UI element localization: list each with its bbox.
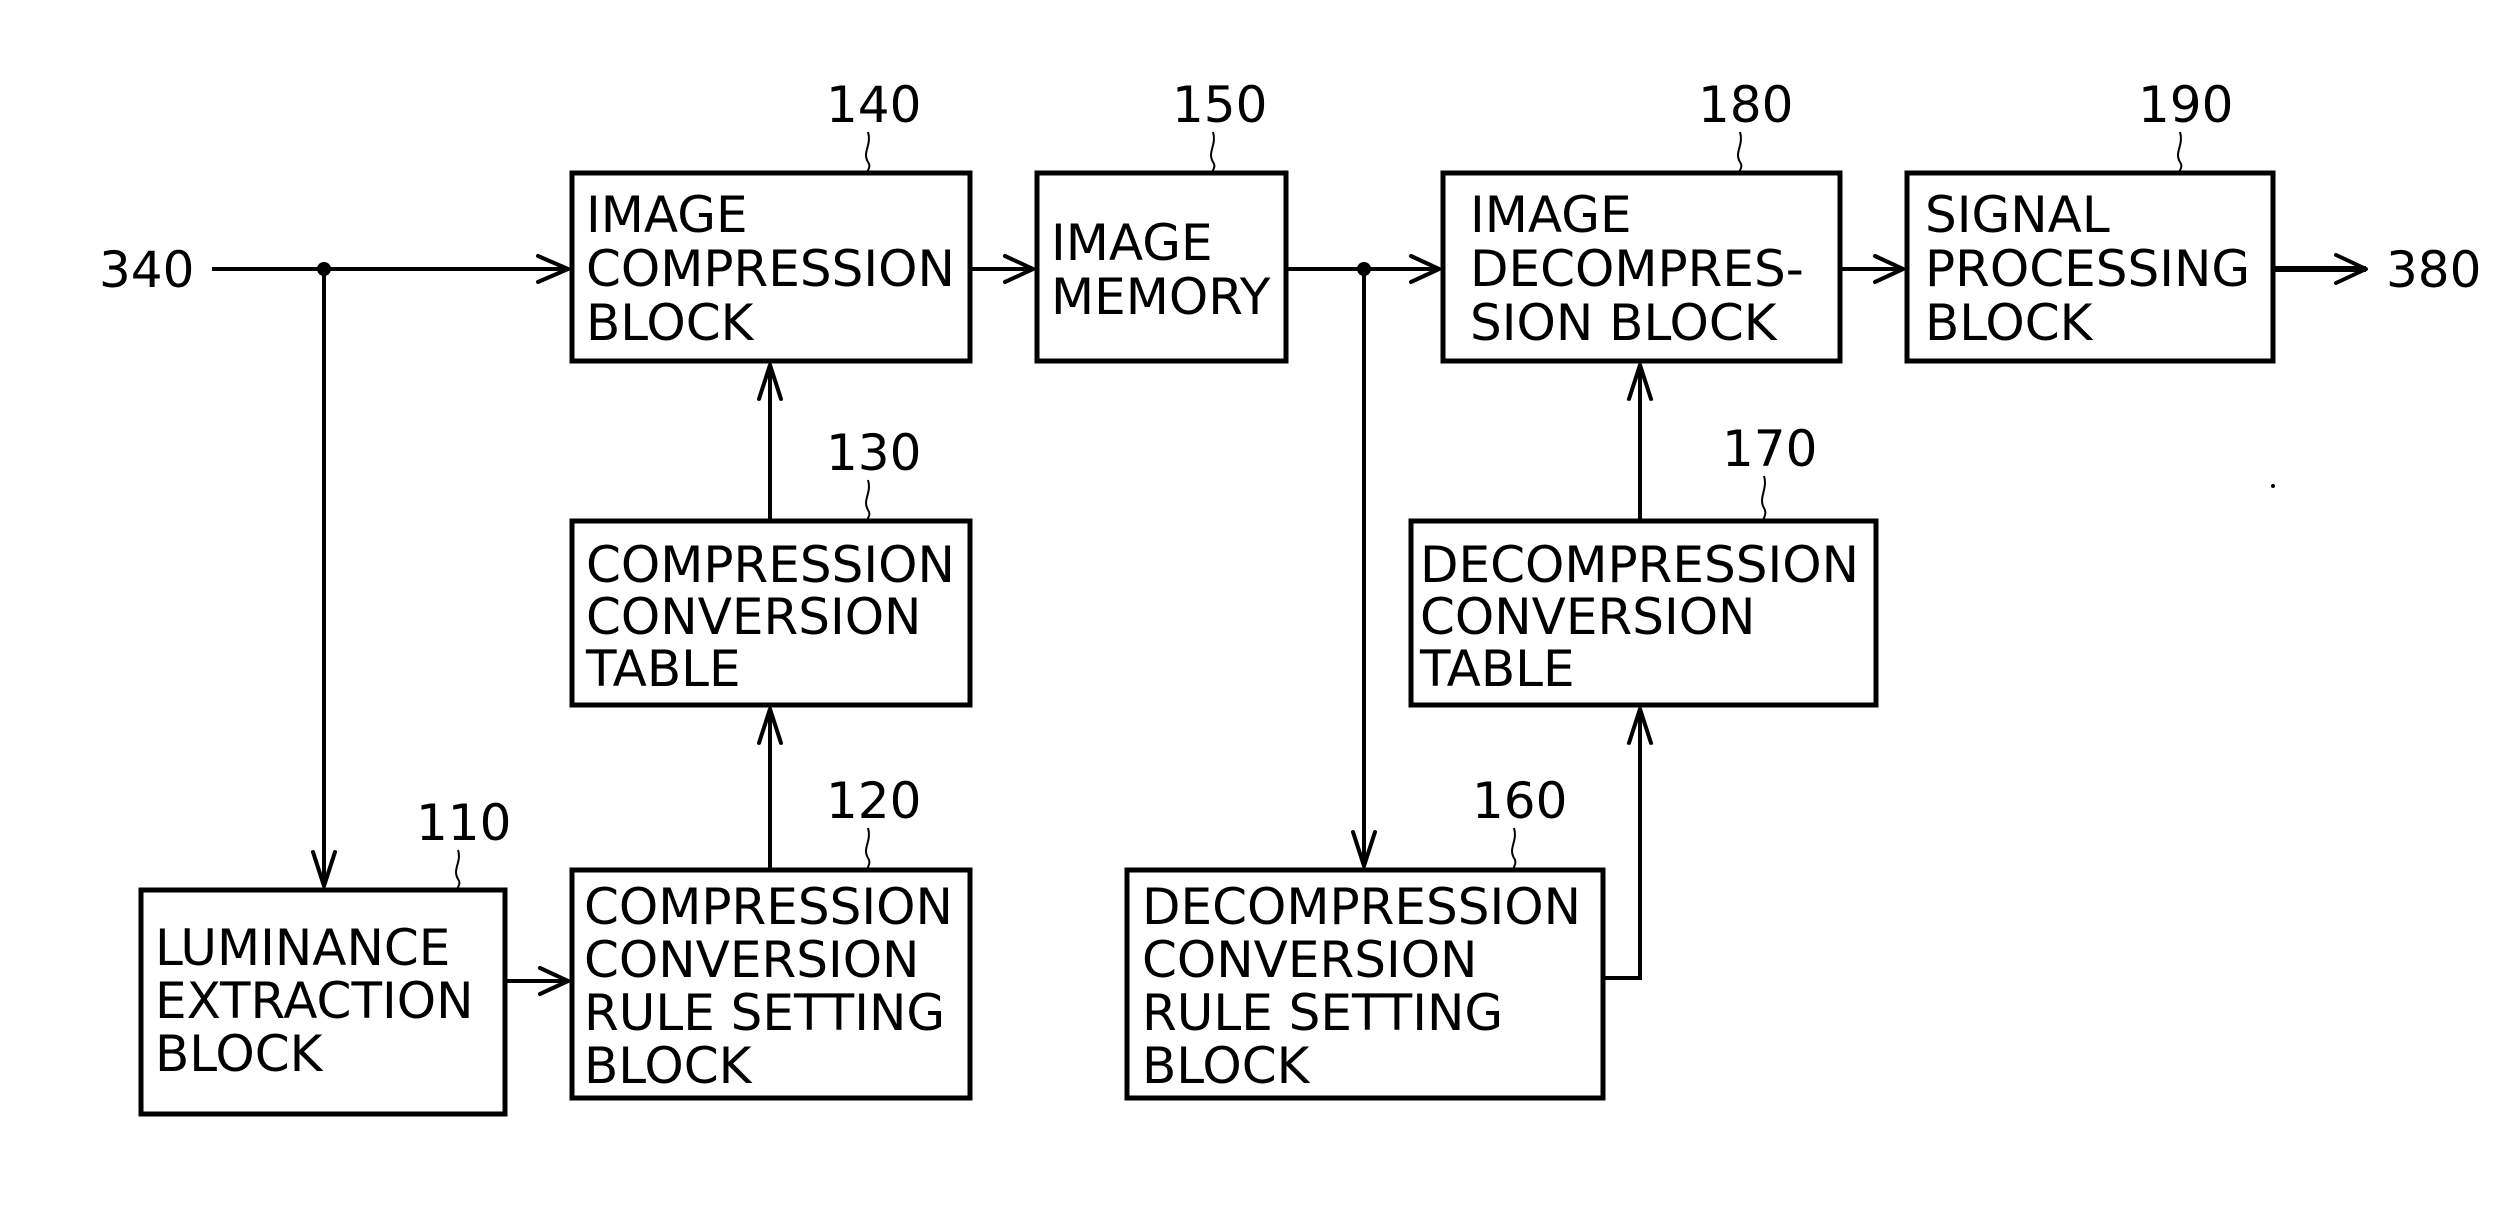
block-image-compression: IMAGE COMPRESSION BLOCK xyxy=(569,170,973,364)
block-decompression-conversion-table: DECOMPRESSION CONVERSION TABLE xyxy=(1408,518,1879,708)
ref-numeral-120: 120 xyxy=(826,772,921,830)
block-label-line: EXTRACTION xyxy=(155,972,474,1030)
leader-line-120 xyxy=(865,827,871,871)
block-label-line: CONVERSION xyxy=(584,931,919,989)
block-signal-processing: SIGNAL PROCESSING BLOCK xyxy=(1904,170,2276,364)
leader-line-170 xyxy=(1761,475,1767,522)
block-label-line: COMPRESSION xyxy=(584,878,953,936)
block-label-line: BLOCK xyxy=(1142,1037,1311,1095)
ref-numeral-130: 130 xyxy=(826,424,921,482)
block-label-line: COMPRESSION xyxy=(586,536,955,594)
block-label-line: CONVERSION xyxy=(586,588,921,646)
leader-line-130 xyxy=(865,479,871,522)
block-compression-conversion-rule-setting: COMPRESSION CONVERSION RULE SETTING BLOC… xyxy=(569,867,973,1101)
leader-line-180 xyxy=(1737,131,1743,174)
block-label-line: PROCESSING xyxy=(1925,240,2250,298)
block-label-line: TABLE xyxy=(585,640,741,698)
block-label-line: DECOMPRES- xyxy=(1470,240,1804,298)
block-label-line: BLOCK xyxy=(155,1025,324,1083)
leader-line-140 xyxy=(865,131,871,174)
input-signal-label: 340 xyxy=(99,241,194,299)
block-label-line: CONVERSION xyxy=(1142,931,1477,989)
block-label-line: MEMORY xyxy=(1051,268,1271,326)
block-compression-conversion-table: COMPRESSION CONVERSION TABLE xyxy=(569,518,973,708)
block-label-line: BLOCK xyxy=(586,294,755,352)
leader-line-160 xyxy=(1511,827,1517,871)
block-luminance-extraction: LUMINANCE EXTRACTION BLOCK xyxy=(138,887,508,1117)
ref-numeral-140: 140 xyxy=(826,76,921,134)
block-label-line: IMAGE xyxy=(1051,214,1213,272)
block-diagram: 340 380 IMAGE COMPRESSION BLOCK IMAGE ME… xyxy=(99,76,2481,1117)
block-label-line: BLOCK xyxy=(584,1037,753,1095)
block-label-line: LUMINANCE xyxy=(155,919,450,977)
output-signal-label: 380 xyxy=(2386,241,2481,299)
ref-numeral-190: 190 xyxy=(2138,76,2233,134)
block-label-line: DECOMPRESSION xyxy=(1420,536,1859,594)
block-label-line: CONVERSION xyxy=(1420,588,1755,646)
block-label-line: TABLE xyxy=(1419,640,1575,698)
leader-line-190 xyxy=(2177,131,2183,174)
scan-speck xyxy=(2271,484,2275,488)
block-label-line: DECOMPRESSION xyxy=(1142,878,1581,936)
leader-line-110 xyxy=(455,849,461,891)
block-label-line: COMPRESSION xyxy=(586,240,955,298)
block-decompression-conversion-rule-setting: DECOMPRESSION CONVERSION RULE SETTING BL… xyxy=(1124,867,1606,1101)
block-image-decompression: IMAGE DECOMPRES- SION BLOCK xyxy=(1440,170,1843,364)
block-label-line: RULE SETTING xyxy=(584,984,945,1042)
block-label-line: SION BLOCK xyxy=(1470,294,1778,352)
block-label-line: RULE SETTING xyxy=(1142,984,1503,1042)
ref-numeral-160: 160 xyxy=(1472,772,1567,830)
ref-numeral-110: 110 xyxy=(416,794,511,852)
ref-numeral-150: 150 xyxy=(1172,76,1267,134)
ref-numeral-180: 180 xyxy=(1698,76,1793,134)
block-label-line: IMAGE xyxy=(586,186,748,244)
wire-160-to-170 xyxy=(1603,709,1642,980)
block-label-line: BLOCK xyxy=(1925,294,2094,352)
block-image-memory: IMAGE MEMORY xyxy=(1034,170,1289,364)
block-label-line: IMAGE xyxy=(1470,186,1632,244)
block-label-line: SIGNAL xyxy=(1925,186,2110,244)
leader-line-150 xyxy=(1210,131,1216,174)
ref-numeral-170: 170 xyxy=(1722,420,1817,478)
